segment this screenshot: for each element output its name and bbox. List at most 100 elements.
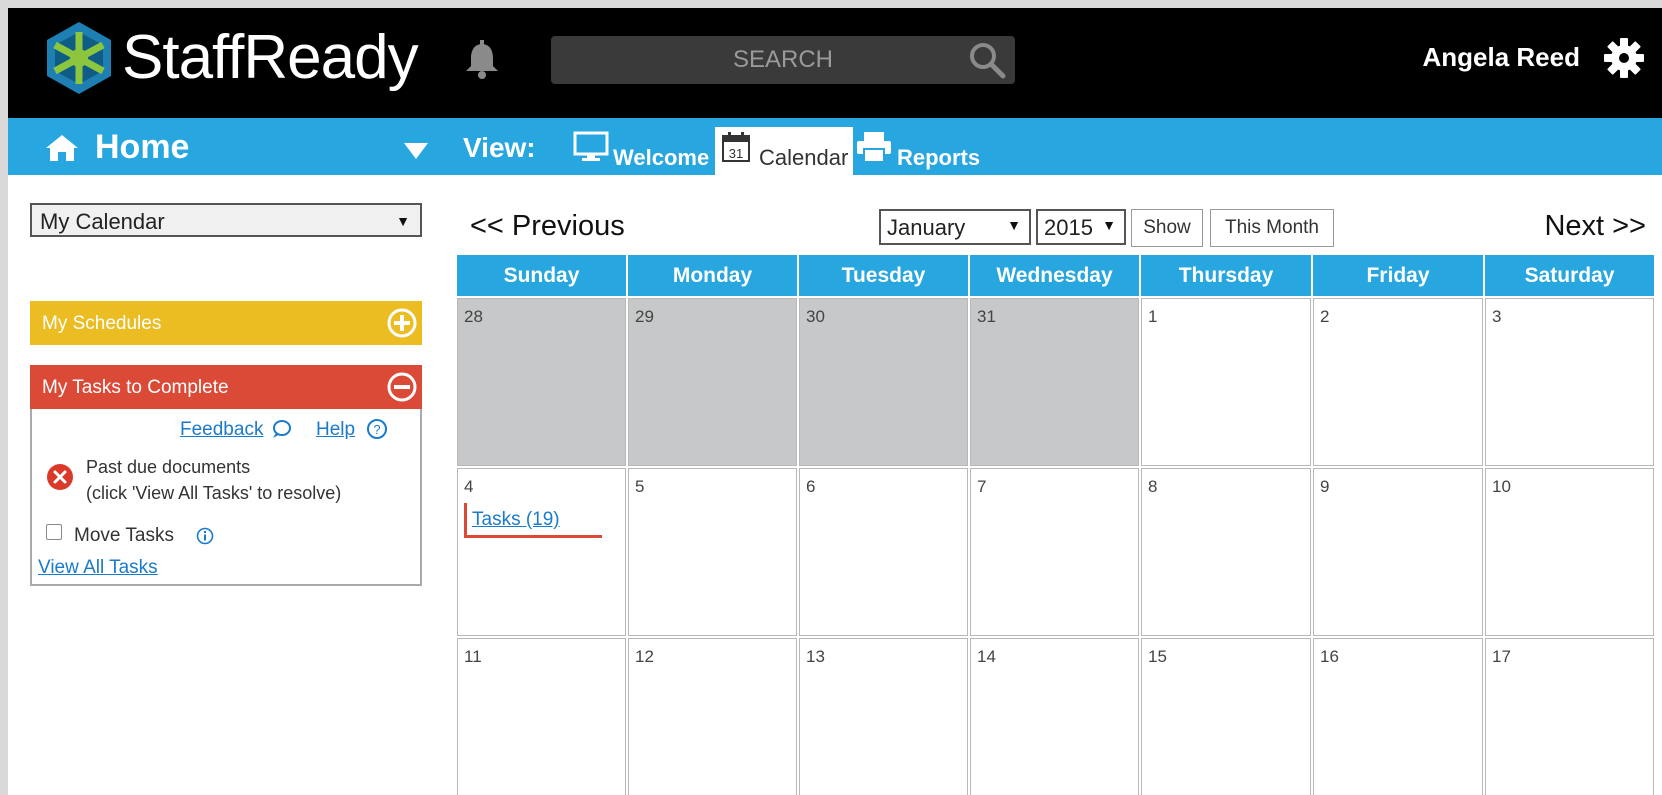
- day-number: 30: [806, 307, 825, 326]
- tab-reports[interactable]: Reports: [855, 129, 980, 175]
- logo-icon: [47, 22, 111, 94]
- day-header-sunday: Sunday: [457, 255, 626, 296]
- calendar-day-cell[interactable]: 8: [1141, 468, 1311, 636]
- past-due-hint: (click 'View All Tasks' to resolve): [86, 483, 342, 503]
- calendar-day-cell[interactable]: 17: [1485, 638, 1654, 795]
- home-label[interactable]: Home: [95, 128, 189, 167]
- app-window: StaffReady SEARCH Angela Reed Home View:…: [8, 8, 1662, 795]
- day-number: 3: [1492, 307, 1502, 326]
- day-header-friday: Friday: [1313, 255, 1483, 296]
- minus-circle-icon[interactable]: [386, 371, 418, 403]
- day-number: 7: [977, 477, 987, 496]
- calendar-day-cell[interactable]: 29: [628, 298, 797, 466]
- calendar-day-cell[interactable]: 5: [628, 468, 797, 636]
- day-number: 9: [1320, 477, 1330, 496]
- calendar-day-cell[interactable]: 3: [1485, 298, 1654, 466]
- gear-icon[interactable]: [1602, 36, 1646, 80]
- calendar-day-cell[interactable]: 1: [1141, 298, 1311, 466]
- top-header: StaffReady SEARCH Angela Reed: [8, 8, 1662, 118]
- calendar-day-cell[interactable]: 11: [457, 638, 626, 795]
- day-number: 16: [1320, 647, 1339, 666]
- calendar-select[interactable]: My Calendar ▼: [30, 203, 422, 237]
- day-number: 28: [464, 307, 483, 326]
- search-placeholder: SEARCH: [732, 46, 834, 73]
- speech-bubble-icon[interactable]: [270, 419, 292, 439]
- logo-text: StaffReady: [122, 23, 419, 92]
- nav-bar: Home View: Welcome 31 Calendar Reports: [8, 118, 1662, 175]
- view-label: View:: [463, 132, 536, 163]
- view-all-tasks-link[interactable]: View All Tasks: [38, 557, 158, 579]
- day-number: 1: [1148, 307, 1158, 326]
- calendar-day-cell[interactable]: 31: [970, 298, 1139, 466]
- day-number: 6: [806, 477, 816, 496]
- day-number: 31: [977, 307, 996, 326]
- calendar-day-cell[interactable]: 16: [1313, 638, 1483, 795]
- tab-reports-label: Reports: [897, 145, 981, 170]
- month-select-value: January: [887, 215, 966, 240]
- move-tasks-label: Move Tasks: [74, 525, 174, 546]
- tab-welcome[interactable]: Welcome: [571, 129, 709, 175]
- day-number: 17: [1492, 647, 1511, 666]
- this-month-button[interactable]: This Month: [1210, 209, 1334, 247]
- day-number: 15: [1148, 647, 1167, 666]
- search-input[interactable]: SEARCH: [551, 36, 1015, 84]
- help-link[interactable]: Help: [316, 419, 355, 441]
- chevron-down-icon[interactable]: [404, 143, 428, 159]
- calendar-day-cell[interactable]: 6: [799, 468, 968, 636]
- calendar-day-cell[interactable]: 9: [1313, 468, 1483, 636]
- plus-circle-icon[interactable]: [386, 307, 418, 339]
- calendar-select-value: My Calendar: [40, 209, 165, 234]
- calendar-day-cell[interactable]: 28: [457, 298, 626, 466]
- day-number: 12: [635, 647, 654, 666]
- day-number: 13: [806, 647, 825, 666]
- task-marker: [464, 503, 467, 537]
- dropdown-arrow-icon: ▼: [1102, 217, 1116, 233]
- next-month-link[interactable]: Next >>: [1544, 210, 1646, 243]
- day-header-saturday: Saturday: [1485, 255, 1654, 296]
- search-icon[interactable]: [967, 40, 1007, 80]
- calendar-day-cell[interactable]: 12: [628, 638, 797, 795]
- task-marker-underline: [464, 535, 602, 538]
- error-icon: [47, 464, 73, 490]
- info-icon[interactable]: [196, 527, 214, 545]
- day-number: 11: [464, 647, 482, 666]
- day-number: 8: [1148, 477, 1158, 496]
- calendar-day-cell[interactable]: 15: [1141, 638, 1311, 795]
- tasks-link[interactable]: Tasks (19): [472, 509, 560, 531]
- dropdown-arrow-icon: ▼: [396, 213, 410, 229]
- calendar-day-cell[interactable]: 2: [1313, 298, 1483, 466]
- tab-calendar[interactable]: 31 Calendar: [715, 127, 853, 175]
- month-select[interactable]: January ▼: [879, 209, 1031, 245]
- bell-icon[interactable]: [460, 38, 504, 82]
- my-tasks-panel: Feedback Help ? Past due documents (clic…: [30, 409, 422, 586]
- help-icon[interactable]: ?: [366, 418, 388, 440]
- tab-welcome-label: Welcome: [613, 145, 710, 170]
- calendar-day-cell[interactable]: 10: [1485, 468, 1654, 636]
- calendar-day-cell[interactable]: 14: [970, 638, 1139, 795]
- calendar-day-cell[interactable]: 13: [799, 638, 968, 795]
- day-number: 5: [635, 477, 645, 496]
- year-select[interactable]: 2015 ▼: [1036, 209, 1126, 245]
- move-tasks-checkbox[interactable]: [46, 524, 62, 540]
- day-number: 2: [1320, 307, 1330, 326]
- day-number: 10: [1492, 477, 1511, 496]
- home-icon[interactable]: [45, 134, 79, 162]
- monitor-icon: [573, 131, 609, 161]
- calendar-day-cell[interactable]: 4 Tasks (19): [457, 468, 626, 636]
- calendar-day-cell[interactable]: 7: [970, 468, 1139, 636]
- feedback-link[interactable]: Feedback: [180, 419, 263, 441]
- svg-text:31: 31: [729, 146, 743, 161]
- day-number: 4: [464, 477, 474, 496]
- day-number: 29: [635, 307, 654, 326]
- past-due-text: Past due documents: [86, 457, 251, 477]
- user-name[interactable]: Angela Reed: [1423, 42, 1581, 73]
- day-header-tuesday: Tuesday: [799, 255, 968, 296]
- calendar-day-cell[interactable]: 30: [799, 298, 968, 466]
- year-select-value: 2015: [1044, 215, 1093, 240]
- my-tasks-title: My Tasks to Complete: [42, 377, 229, 398]
- previous-month-link[interactable]: << Previous: [470, 210, 625, 243]
- my-schedules-header[interactable]: My Schedules: [30, 301, 422, 345]
- printer-icon: [857, 132, 891, 163]
- my-tasks-header[interactable]: My Tasks to Complete: [30, 365, 422, 409]
- show-button[interactable]: Show: [1131, 209, 1203, 247]
